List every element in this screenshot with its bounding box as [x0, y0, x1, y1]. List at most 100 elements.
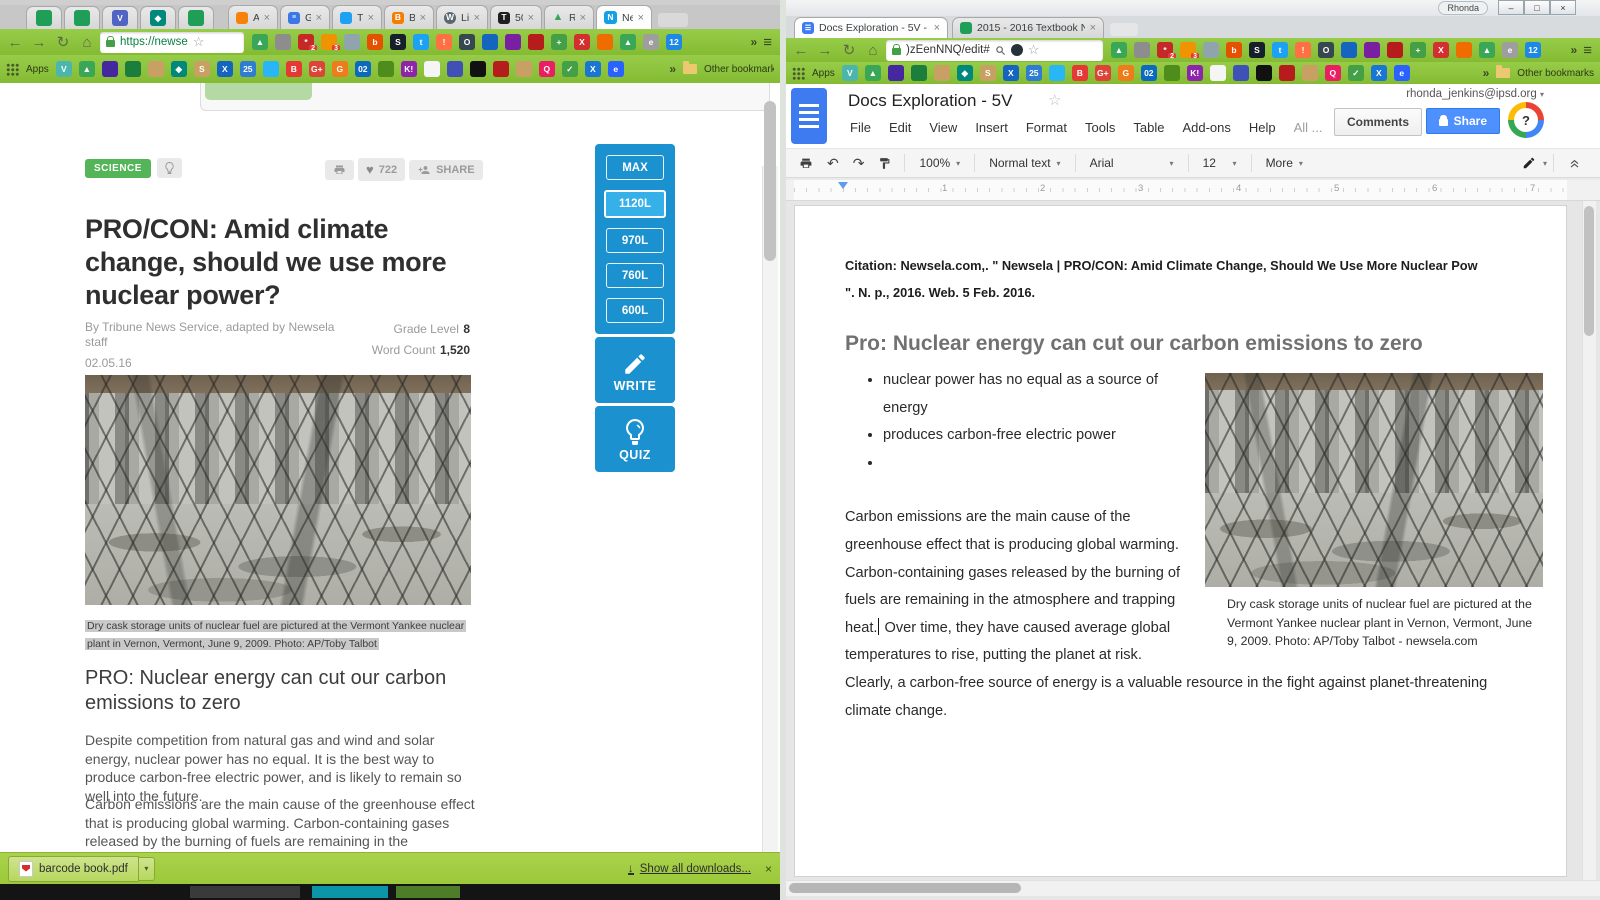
tab-close-icon[interactable]: × [474, 12, 480, 24]
font-select[interactable]: Arial ▾ [1090, 156, 1174, 170]
favicon-icon[interactable]: Q [538, 61, 555, 77]
apps-grid-icon[interactable] [792, 66, 805, 80]
favicon-icon[interactable]: ◆ [150, 10, 166, 26]
quiz-button[interactable]: QUIZ [595, 406, 675, 472]
favicon-icon[interactable]: 12 [666, 34, 682, 50]
address-bar[interactable]: )zEenNNQ/edit# ☆ [886, 39, 1103, 61]
font-size-select[interactable]: 12 ▾ [1203, 156, 1237, 170]
tab-close-icon[interactable]: × [368, 12, 374, 24]
favicon-icon[interactable]: S [979, 65, 996, 81]
menu-icon[interactable]: ≡ [1583, 42, 1592, 59]
show-all-downloads-link[interactable]: Show all downloads... [640, 863, 751, 875]
favicon-icon[interactable] [147, 61, 164, 77]
tab-am[interactable]: Am × [228, 5, 278, 29]
download-file-chip[interactable]: barcode book.pdf [8, 855, 139, 882]
level-760-button[interactable]: 760L [606, 263, 664, 288]
menu-insert[interactable]: Insert [975, 120, 1008, 135]
favicon-icon[interactable] [446, 61, 463, 77]
menu-addons[interactable]: Add-ons [1182, 120, 1230, 135]
menu-tools[interactable]: Tools [1085, 120, 1115, 135]
favicon-icon[interactable]: ✓ [561, 61, 578, 77]
favicon-icon[interactable]: ▲ [1111, 42, 1127, 58]
favicon-icon[interactable]: e [1393, 65, 1410, 81]
favicon-icon[interactable]: X [574, 34, 590, 50]
favicon-icon[interactable]: O [1318, 42, 1334, 58]
favicon-icon[interactable] [910, 65, 927, 81]
favicon-icon[interactable]: G [331, 61, 348, 77]
favicon-icon[interactable]: 12 [1525, 42, 1541, 58]
favicon-icon[interactable]: e [1502, 42, 1518, 58]
favicon-icon[interactable]: ▲ [864, 65, 881, 81]
favicon-icon[interactable]: ! [1295, 42, 1311, 58]
tab-docs[interactable]: ≡ Goo × [280, 5, 330, 29]
tab-twitter[interactable]: Twe × [332, 5, 382, 29]
favicon-icon[interactable]: B [285, 61, 302, 77]
write-button[interactable]: WRITE [595, 337, 675, 403]
level-970-button[interactable]: 970L [606, 228, 664, 253]
address-bar[interactable]: https://newse ☆ [100, 31, 244, 53]
bookmark-star-icon[interactable]: ☆ [193, 34, 205, 50]
extension-icons[interactable]: ▲ * 2 3 b St! O + X ▲ e 12 [246, 34, 749, 50]
page-content[interactable]: Citation: Newsela.com,. " Newsela | PRO/… [795, 206, 1566, 755]
forward-icon[interactable]: → [28, 34, 50, 51]
menu-help[interactable]: Help [1249, 120, 1276, 135]
favicon-icon[interactable]: ▲ [78, 61, 95, 77]
favicon-icon[interactable] [1048, 65, 1065, 81]
favicon-icon[interactable]: B [1071, 65, 1088, 81]
collapse-toolbar-icon[interactable] [1567, 156, 1582, 170]
favicon-icon[interactable] [124, 61, 141, 77]
new-tab-button[interactable] [658, 13, 688, 27]
docs-logo-icon[interactable] [791, 88, 827, 144]
favicon-icon[interactable] [597, 34, 613, 50]
search-icon[interactable] [995, 45, 1006, 56]
menu-table[interactable]: Table [1133, 120, 1164, 135]
mode-caret-icon[interactable]: ▾ [1543, 159, 1547, 168]
new-tab-button[interactable] [1110, 23, 1138, 36]
bookmarks-overflow-icon[interactable]: » [1483, 66, 1490, 80]
home-icon[interactable]: ⌂ [76, 34, 98, 51]
favicon-icon[interactable] [469, 61, 486, 77]
pinned-tab[interactable]: V [102, 6, 138, 29]
favicon-icon[interactable] [1209, 65, 1226, 81]
like-button[interactable]: ♥ 722 [358, 158, 406, 181]
tab-close-icon[interactable]: × [316, 12, 322, 24]
pinned-tab[interactable] [178, 6, 214, 29]
favicon-icon[interactable]: 3 [1180, 42, 1199, 58]
favicon-icon[interactable] [528, 34, 544, 50]
favicon-icon[interactable] [1278, 65, 1295, 81]
comments-button[interactable]: Comments [1333, 108, 1422, 136]
taskbar-item[interactable] [190, 886, 300, 898]
level-1120-button-active[interactable]: 1120L [604, 190, 666, 218]
menu-edit[interactable]: Edit [889, 120, 911, 135]
lightbulb-chip[interactable] [156, 158, 182, 178]
download-options-caret[interactable]: ▾ [138, 856, 155, 881]
back-icon[interactable]: ← [790, 42, 812, 59]
level-600-button[interactable]: 600L [606, 298, 664, 323]
favicon-icon[interactable] [887, 65, 904, 81]
favicon-icon[interactable]: ✓ [1347, 65, 1364, 81]
favicon-icon[interactable] [1255, 65, 1272, 81]
favicon-icon[interactable] [1387, 42, 1403, 58]
redo-icon[interactable]: ↷ [853, 155, 865, 172]
favicon-icon[interactable]: X [584, 61, 601, 77]
tab-50s[interactable]: T 50 S × [490, 5, 542, 29]
tab-recent[interactable]: ▲ Rec × [544, 5, 594, 29]
favicon-icon[interactable] [1364, 42, 1380, 58]
favicon-icon[interactable]: t [1272, 42, 1288, 58]
bookmark-favicons[interactable]: V ▲ ◆ S X 25 B G+ G 02 K! Q ✓ Xe [841, 65, 1476, 81]
pinned-tabs[interactable]: V ◆ [26, 6, 214, 29]
favicon-icon[interactable]: S [193, 61, 210, 77]
zoom-select[interactable]: 100% ▾ [919, 156, 960, 170]
favicon-icon[interactable]: ▲ [620, 34, 636, 50]
favicon-icon[interactable]: S [1249, 42, 1265, 58]
other-bookmarks-label[interactable]: Other bookmarks [704, 64, 774, 75]
favicon-icon[interactable]: K! [1186, 65, 1203, 81]
favicon-icon[interactable] [1456, 42, 1472, 58]
tab-sheets[interactable]: 2015 - 2016 Textbook Nee × [952, 17, 1104, 38]
favicon-icon[interactable]: 25 [1025, 65, 1042, 81]
horizontal-scrollbar-thumb[interactable] [789, 883, 1021, 893]
other-bookmarks-label[interactable]: Other bookmarks [1517, 68, 1594, 79]
favicon-icon[interactable] [1134, 42, 1150, 58]
favicon-icon[interactable] [1203, 42, 1219, 58]
favicon-icon[interactable]: + [551, 34, 567, 50]
